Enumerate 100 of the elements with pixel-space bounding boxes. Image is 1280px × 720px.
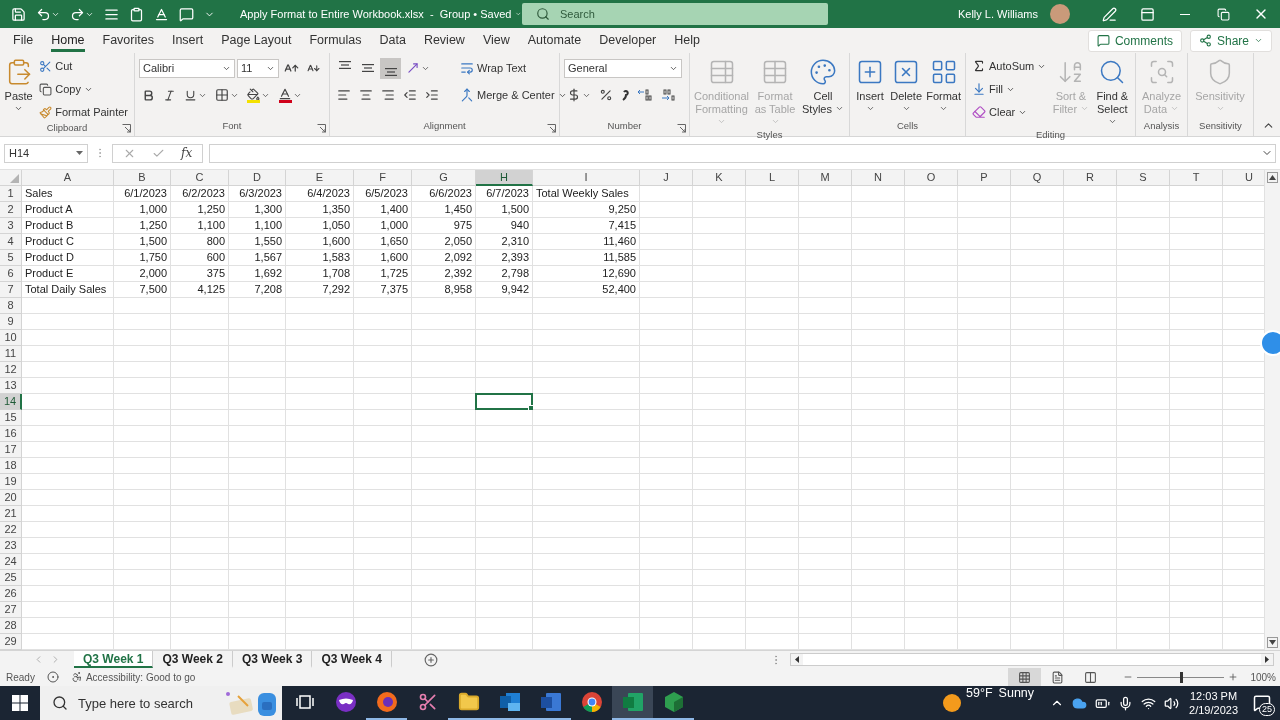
column-header[interactable]: U: [1223, 170, 1264, 186]
styles-button[interactable]: Cell Styles: [801, 56, 845, 129]
column-header[interactable]: G: [412, 170, 476, 186]
paste-button[interactable]: Paste: [4, 56, 34, 122]
menu-tab[interactable]: Favorites: [93, 29, 163, 52]
window-title[interactable]: Apply Format to Entire Workbook.xlsx - Group • Saved: [240, 8, 522, 20]
menu-tab[interactable]: Home: [42, 29, 94, 52]
row-number[interactable]: 14: [0, 394, 22, 410]
row-number[interactable]: 7: [0, 282, 22, 298]
row-number[interactable]: 5: [0, 250, 22, 266]
table-cell-text: 2,092: [443, 250, 473, 265]
menu-tab[interactable]: Review: [414, 29, 474, 52]
column-header[interactable]: L: [746, 170, 799, 186]
group-label: Clipboard: [46, 122, 88, 135]
column-header[interactable]: Q: [1011, 170, 1064, 186]
row-number[interactable]: 12: [0, 362, 22, 378]
row-number[interactable]: 4: [0, 234, 22, 250]
editing-button[interactable]: Find & Select: [1093, 56, 1131, 129]
fill-button[interactable]: Fill: [970, 79, 1049, 99]
cut-button[interactable]: Cut: [37, 56, 130, 76]
row-number[interactable]: 22: [0, 522, 22, 538]
menu-tab[interactable]: Insert: [162, 29, 213, 52]
row-number[interactable]: 1: [0, 186, 22, 202]
search-field[interactable]: Search: [522, 3, 828, 25]
table-cell-text: 940: [509, 218, 530, 233]
column-header[interactable]: K: [693, 170, 746, 186]
menu-tab[interactable]: View: [473, 29, 519, 52]
row-number[interactable]: 13: [0, 378, 22, 394]
insert-function-button[interactable]: fx: [181, 146, 193, 160]
notifications-button[interactable]: 25: [1244, 686, 1280, 720]
row-number[interactable]: 18: [0, 458, 22, 474]
row-number[interactable]: 9: [0, 314, 22, 330]
table-cell-text: 2,310: [500, 234, 530, 249]
row-number[interactable]: 10: [0, 330, 22, 346]
row-number[interactable]: 8: [0, 298, 22, 314]
name-box[interactable]: H14: [4, 143, 88, 163]
table-cell-text: 1,600: [379, 250, 409, 265]
menu-tab[interactable]: Developer: [590, 29, 666, 52]
row-number[interactable]: 3: [0, 218, 22, 234]
column-header[interactable]: R: [1064, 170, 1117, 186]
cells-button[interactable]: Delete: [890, 56, 923, 120]
row-number[interactable]: 26: [0, 586, 22, 602]
accessibility-status[interactable]: Accessibility: Good to go: [85, 671, 196, 683]
row-number[interactable]: 24: [0, 554, 22, 570]
number-format-field[interactable]: General: [564, 58, 682, 78]
column-header[interactable]: C: [171, 170, 229, 186]
column-header[interactable]: M: [799, 170, 852, 186]
menu-tab[interactable]: Help: [665, 29, 709, 52]
table-cell-text: Total Daily Sales: [24, 282, 108, 297]
row-number[interactable]: 2: [0, 202, 22, 218]
row-number[interactable]: 15: [0, 410, 22, 426]
row-number[interactable]: 16: [0, 426, 22, 442]
column-header[interactable]: I: [533, 170, 640, 186]
merge-center-button[interactable]: Merge & Center: [458, 85, 569, 105]
font-size-field[interactable]: 11: [237, 58, 279, 78]
wrap-text-button[interactable]: Wrap Text: [458, 58, 529, 78]
row-number[interactable]: 6: [0, 266, 22, 282]
row-number[interactable]: 23: [0, 538, 22, 554]
autosum-button[interactable]: AutoSum: [970, 56, 1049, 76]
menu-tab[interactable]: Page Layout: [212, 29, 301, 52]
table-cell-text: 7,292: [321, 282, 351, 297]
zoom-level[interactable]: 100%: [1250, 671, 1276, 683]
column-header[interactable]: J: [640, 170, 693, 186]
row-number[interactable]: 28: [0, 618, 22, 634]
table-cell-text: 1,650: [379, 234, 409, 249]
row-number[interactable]: 20: [0, 490, 22, 506]
cells-button[interactable]: Format: [926, 56, 961, 120]
table-cell-text: 1,725: [379, 266, 409, 281]
column-header[interactable]: E: [286, 170, 354, 186]
taskbar-search-field[interactable]: Type here to search: [40, 686, 282, 720]
row-number[interactable]: 25: [0, 570, 22, 586]
row-number[interactable]: 17: [0, 442, 22, 458]
column-header[interactable]: H: [476, 170, 533, 186]
weather-condition: Sunny: [998, 686, 1035, 702]
clear-button[interactable]: Clear: [970, 102, 1049, 122]
row-number[interactable]: 19: [0, 474, 22, 490]
column-header[interactable]: N: [852, 170, 905, 186]
comments-button[interactable]: Comments: [1087, 29, 1182, 52]
column-header[interactable]: F: [354, 170, 412, 186]
sheet-tab[interactable]: Q3 Week 1: [74, 651, 154, 668]
column-header[interactable]: T: [1170, 170, 1223, 186]
menu-tab[interactable]: Data: [370, 29, 415, 52]
menu-tab[interactable]: Automate: [518, 29, 591, 52]
row-number[interactable]: 29: [0, 634, 22, 650]
row-number[interactable]: 11: [0, 346, 22, 362]
column-header[interactable]: D: [229, 170, 286, 186]
font-name-field[interactable]: Calibri: [139, 58, 235, 78]
column-header[interactable]: P: [958, 170, 1011, 186]
column-header[interactable]: B: [114, 170, 171, 186]
cells-button[interactable]: Insert: [854, 56, 887, 120]
column-header[interactable]: S: [1117, 170, 1170, 186]
column-header[interactable]: O: [905, 170, 958, 186]
row-number[interactable]: 21: [0, 506, 22, 522]
row-number[interactable]: 27: [0, 602, 22, 618]
column-header[interactable]: A: [22, 170, 114, 186]
menu-tab[interactable]: File: [4, 29, 43, 52]
share-button[interactable]: Share: [1189, 29, 1272, 52]
format-painter-button[interactable]: Format Painter: [37, 102, 130, 122]
menu-tab[interactable]: Formulas: [300, 29, 371, 52]
copy-button[interactable]: Copy: [37, 79, 130, 99]
